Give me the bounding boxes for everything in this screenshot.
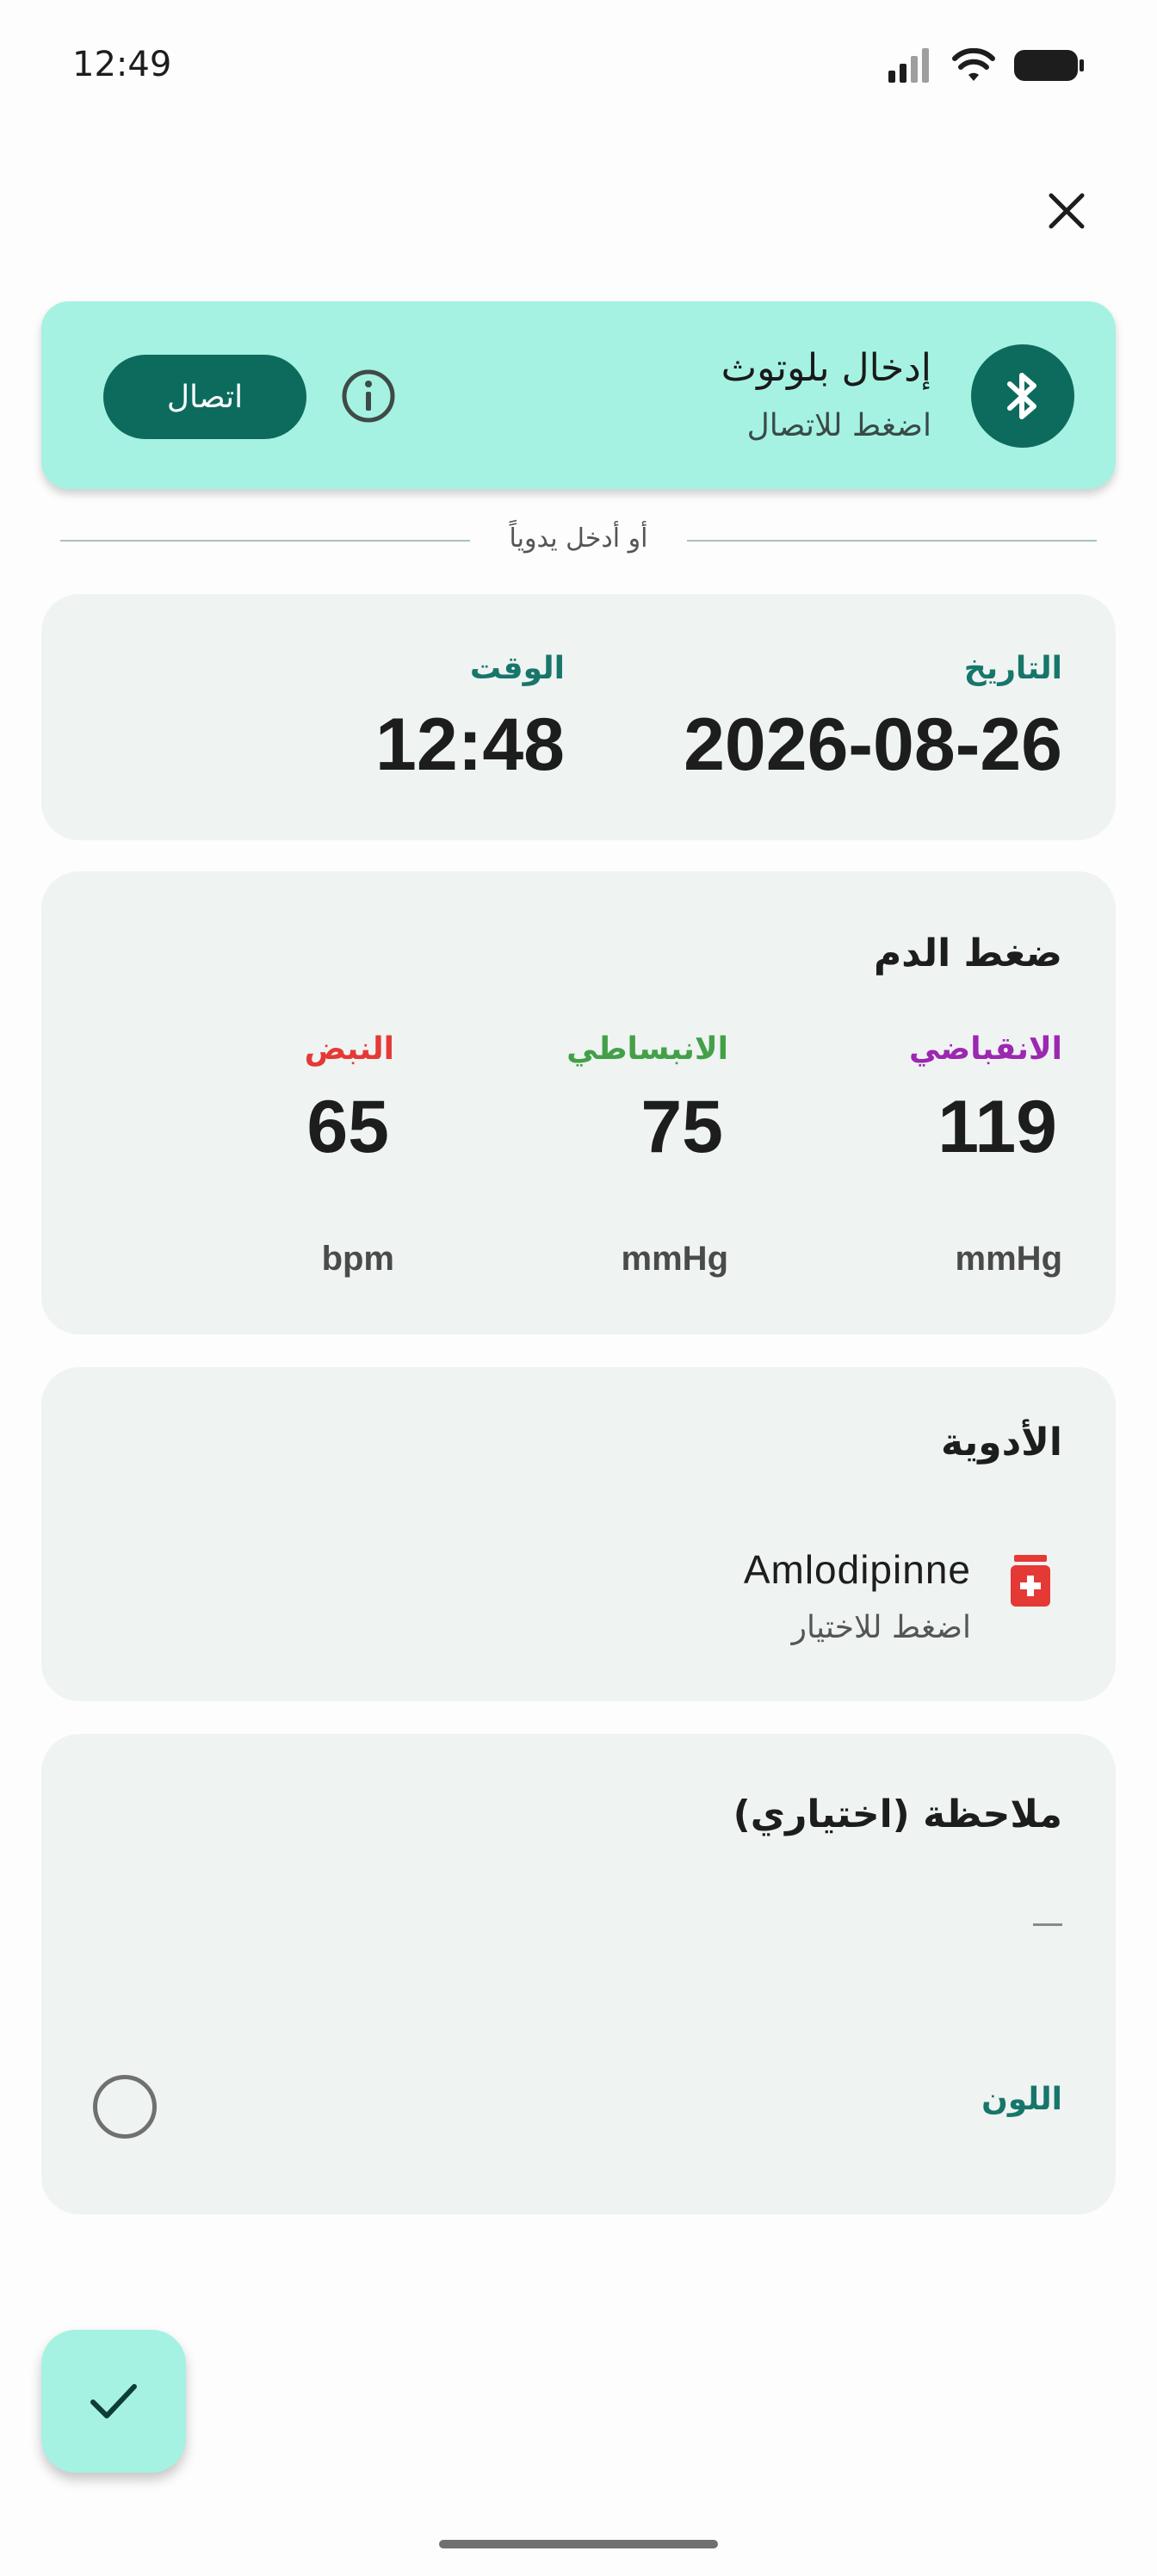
color-label: اللون	[981, 2082, 1062, 2117]
blood-pressure-card: ضغط الدم الانقباضي 119 mmHg الانبساطي 75…	[41, 871, 1116, 1334]
time-label: الوقت	[469, 651, 565, 686]
medications-card: الأدوية Amlodipinne اضغط للاختيار	[41, 1367, 1116, 1701]
signal-icon	[888, 48, 929, 83]
medication-name[interactable]: Amlodipinne	[744, 1546, 971, 1593]
pulse-value[interactable]: 65	[306, 1085, 389, 1170]
diastolic-value[interactable]: 75	[640, 1085, 723, 1170]
manual-entry-divider: أو أدخل يدوياً	[60, 517, 1097, 565]
wifi-icon	[952, 48, 995, 81]
note-card: ملاحظة (اختياري) اللون	[41, 1734, 1116, 2214]
note-input[interactable]	[1033, 1923, 1062, 1926]
datetime-card: التاريخ 2026-08-26 الوقت 12:48	[41, 594, 1116, 840]
pulse-label: النبض	[304, 1031, 394, 1067]
info-icon[interactable]	[339, 367, 398, 425]
color-picker-circle[interactable]	[93, 2075, 157, 2139]
date-label: التاريخ	[963, 651, 1062, 686]
status-bar: 12:49	[0, 0, 1157, 129]
divider-text: أو أدخل يدوياً	[490, 523, 667, 554]
systolic-unit: mmHg	[955, 1240, 1062, 1278]
bluetooth-icon	[1007, 373, 1036, 419]
connect-button[interactable]: اتصال	[103, 355, 306, 439]
status-icons	[888, 48, 1085, 83]
close-icon	[1049, 193, 1085, 229]
bluetooth-icon-circle	[971, 344, 1074, 448]
time-value[interactable]: 12:48	[375, 703, 565, 788]
date-value[interactable]: 2026-08-26	[684, 703, 1062, 788]
bluetooth-subtitle: اضغط للاتصال	[746, 408, 931, 443]
note-title: ملاحظة (اختياري)	[733, 1793, 1062, 1836]
battery-icon	[1014, 50, 1084, 81]
systolic-label: الانقباضي	[909, 1031, 1062, 1067]
save-button[interactable]	[41, 2330, 186, 2473]
status-time: 12:49	[72, 45, 172, 84]
blood-pressure-title: ضغط الدم	[873, 932, 1062, 975]
diastolic-label: الانبساطي	[566, 1031, 728, 1067]
home-indicator	[439, 2540, 718, 2548]
bluetooth-title: إدخال بلوتوث	[721, 346, 931, 390]
medication-icon	[1011, 1555, 1050, 1607]
close-button[interactable]	[1036, 181, 1097, 241]
medications-title: الأدوية	[941, 1421, 1062, 1464]
pulse-unit: bpm	[321, 1240, 394, 1278]
bluetooth-input-card[interactable]: إدخال بلوتوث اضغط للاتصال اتصال	[41, 301, 1116, 489]
medication-hint: اضغط للاختيار	[791, 1610, 971, 1645]
check-icon	[90, 2384, 137, 2418]
diastolic-unit: mmHg	[621, 1240, 728, 1278]
systolic-value[interactable]: 119	[937, 1085, 1057, 1170]
